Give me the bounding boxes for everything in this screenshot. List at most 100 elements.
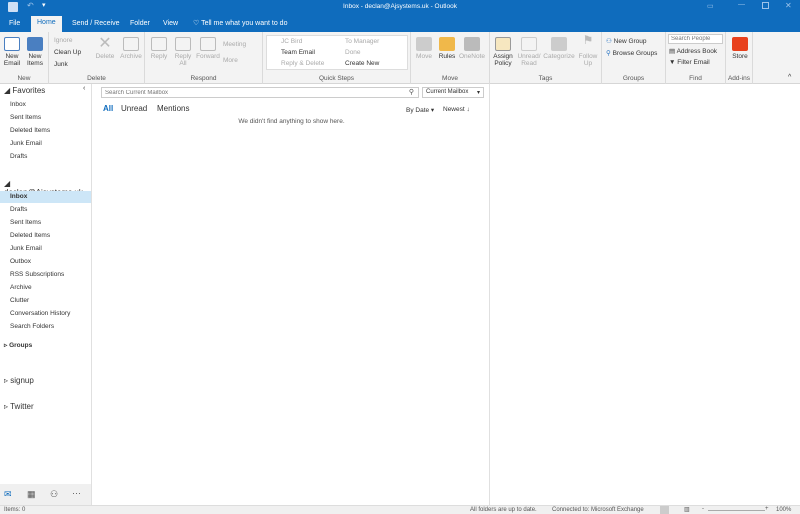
folder[interactable]: Sent Items xyxy=(10,219,41,226)
sort-order[interactable]: Newest ↓ xyxy=(443,106,470,113)
favorite-folder[interactable]: Inbox xyxy=(10,101,26,108)
move-button[interactable]: Move xyxy=(413,37,435,60)
quick-step[interactable]: Team Email xyxy=(281,49,315,56)
collapse-ribbon-icon[interactable]: ^ xyxy=(788,74,791,81)
quick-step[interactable]: Done xyxy=(345,49,361,56)
reading-view-icon[interactable]: ▥ xyxy=(684,506,690,513)
search-scope-dropdown[interactable]: Current Mailbox ▾ xyxy=(422,87,484,98)
meeting-button[interactable]: Meeting xyxy=(223,41,246,48)
label: Reply xyxy=(150,53,168,60)
filter-email-button[interactable]: ▼ Filter Email xyxy=(669,59,710,66)
close-button[interactable]: ✕ xyxy=(785,1,792,10)
account-signup[interactable]: ▹ signup xyxy=(4,376,34,385)
follow-up-button[interactable]: ⚑ Follow Up xyxy=(576,34,600,67)
junk-button[interactable]: Junk xyxy=(54,61,68,68)
quick-step[interactable]: Reply & Delete xyxy=(281,60,324,67)
ribbon-tabs: File Home Send / Receive Folder View ♡ T… xyxy=(0,14,800,32)
filter-mentions[interactable]: Mentions xyxy=(157,104,189,113)
search-icon[interactable]: ⚲ xyxy=(409,88,414,96)
label: New Items xyxy=(27,53,43,67)
zoom-in-button[interactable]: + xyxy=(765,506,769,512)
more-apps-icon[interactable]: ··· xyxy=(72,488,81,498)
folder-pane: ‹ ◢ Favorites Inbox Sent Items Deleted I… xyxy=(0,84,92,484)
categorize-button[interactable]: Categorize xyxy=(543,37,575,60)
archive-button[interactable]: Archive xyxy=(119,37,143,60)
categorize-icon xyxy=(551,37,567,51)
folder[interactable]: Clutter xyxy=(10,297,29,304)
folder[interactable]: Drafts xyxy=(10,206,27,213)
reply-all-icon xyxy=(175,37,191,51)
new-items-button[interactable]: New Items xyxy=(24,37,46,67)
ribbon-display-icon[interactable]: ▭ xyxy=(707,2,714,10)
filter-unread[interactable]: Unread xyxy=(121,104,147,113)
store-icon xyxy=(732,37,748,51)
folder[interactable]: Archive xyxy=(10,284,32,291)
zoom-out-button[interactable]: - xyxy=(702,506,704,512)
folder[interactable]: Junk Email xyxy=(10,245,42,252)
reply-button[interactable]: Reply xyxy=(148,37,170,60)
favorite-folder[interactable]: Junk Email xyxy=(10,140,42,147)
forward-button[interactable]: Forward xyxy=(195,37,221,60)
new-group-button[interactable]: ⚇ New Group xyxy=(606,37,647,45)
tab-file[interactable]: File xyxy=(3,17,26,32)
unread-read-button[interactable]: Unread/ Read xyxy=(516,37,542,67)
sort-by-date[interactable]: By Date ▾ xyxy=(406,106,434,114)
onenote-button[interactable]: OneNote xyxy=(458,37,486,60)
delete-button[interactable]: ✕ Delete xyxy=(95,35,115,61)
navigation-bar: ✉ ▦ ⚇ ··· xyxy=(0,484,92,505)
account-twitter[interactable]: ▹ Twitter xyxy=(4,402,34,411)
label: Current Mailbox xyxy=(426,89,469,95)
tab-folder[interactable]: Folder xyxy=(124,17,156,32)
browse-groups-button[interactable]: ⚲ Browse Groups xyxy=(606,49,657,57)
onenote-icon xyxy=(464,37,480,51)
normal-view-icon[interactable] xyxy=(660,506,669,514)
search-mailbox-box[interactable]: ⚲ xyxy=(101,87,419,98)
search-people-input[interactable] xyxy=(668,34,723,44)
new-email-button[interactable]: New Email xyxy=(2,37,22,67)
favorite-folder[interactable]: Drafts xyxy=(10,153,27,160)
rules-button[interactable]: Rules xyxy=(436,37,458,60)
folder[interactable]: Deleted Items xyxy=(10,232,50,239)
ignore-button[interactable]: Ignore xyxy=(54,37,72,44)
quick-step[interactable]: Create New xyxy=(345,60,379,67)
group-addins: Store Add-ins xyxy=(726,32,753,84)
reply-all-button[interactable]: Reply All xyxy=(172,37,194,67)
more-button[interactable]: More xyxy=(223,57,238,64)
folder-inbox[interactable]: Inbox xyxy=(10,193,27,200)
clean-up-button[interactable]: Clean Up xyxy=(54,49,81,56)
folder[interactable]: Outbox xyxy=(10,258,31,265)
favorites-header[interactable]: ◢ Favorites xyxy=(4,86,45,95)
tell-me-box[interactable]: ♡ Tell me what you want to do xyxy=(187,17,293,32)
search-mailbox-input[interactable] xyxy=(102,88,397,97)
address-book-button[interactable]: ▤ Address Book xyxy=(669,47,717,55)
people-icon[interactable]: ⚇ xyxy=(50,489,58,500)
quick-step[interactable]: To Manager xyxy=(345,38,379,45)
groups-header[interactable]: ▹ Groups xyxy=(4,341,32,349)
assign-policy-button[interactable]: Assign Policy xyxy=(491,37,515,67)
favorite-folder[interactable]: Sent Items xyxy=(10,114,41,121)
chevron-down-icon: ▾ xyxy=(476,90,480,96)
mail-icon[interactable]: ✉ xyxy=(4,489,12,500)
delete-x-icon: ✕ xyxy=(98,35,112,52)
label: New Group xyxy=(613,38,647,45)
label: Rules xyxy=(438,53,456,60)
minimize-button[interactable]: — xyxy=(738,1,745,8)
label: Archive xyxy=(120,53,142,60)
maximize-button[interactable] xyxy=(762,2,769,9)
tab-home[interactable]: Home xyxy=(31,16,62,32)
folder[interactable]: Conversation History xyxy=(10,310,70,317)
folder[interactable]: RSS Subscriptions xyxy=(10,271,64,278)
tab-view[interactable]: View xyxy=(157,17,184,32)
calendar-icon[interactable]: ▦ xyxy=(27,489,36,500)
store-button[interactable]: Store xyxy=(729,37,751,60)
tab-send-receive[interactable]: Send / Receive xyxy=(66,17,125,32)
label: Store xyxy=(732,53,748,60)
folder[interactable]: Search Folders xyxy=(10,323,54,330)
filter-all[interactable]: All xyxy=(103,104,113,113)
label: OneNote xyxy=(458,53,486,60)
label: Newest xyxy=(443,106,465,113)
favorite-folder[interactable]: Deleted Items xyxy=(10,127,50,134)
zoom-slider[interactable] xyxy=(708,510,765,511)
quick-step[interactable]: JC Bird xyxy=(281,38,302,45)
collapse-pane-icon[interactable]: ‹ xyxy=(83,85,85,92)
